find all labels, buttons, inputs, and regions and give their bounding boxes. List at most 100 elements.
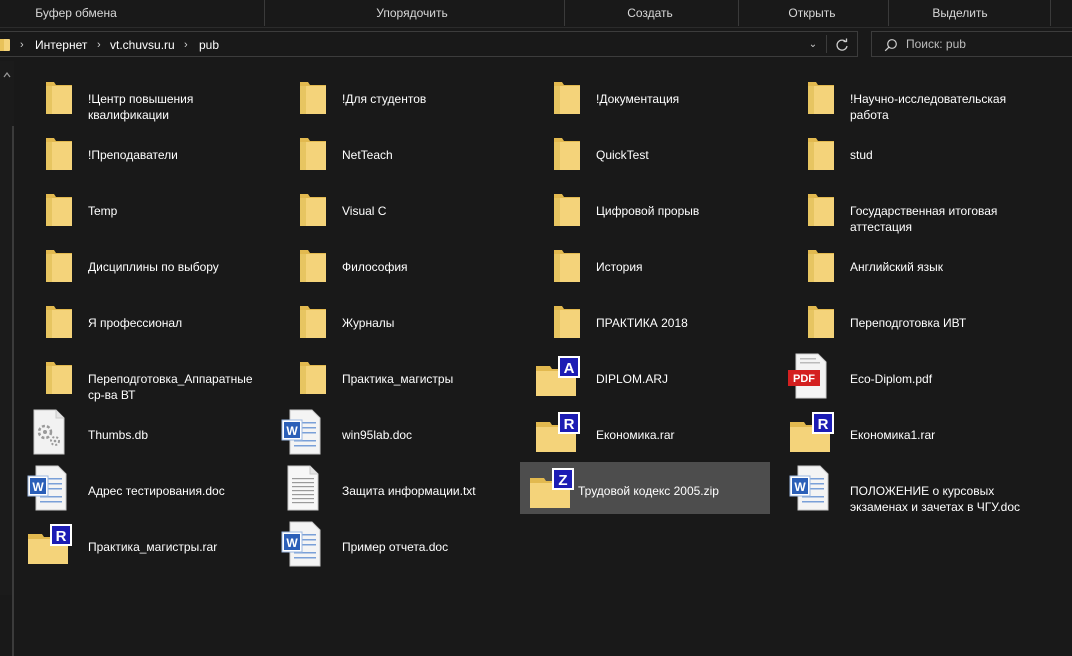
file-item[interactable]: Дисциплины по выбору bbox=[30, 238, 280, 290]
file-item[interactable]: Переподготовка_Аппаратные ср-ва ВТ bbox=[30, 350, 280, 402]
file-item[interactable]: !Центр повышения квалификации bbox=[30, 70, 280, 122]
file-item[interactable]: Z Трудовой кодекс 2005.zip bbox=[520, 462, 770, 514]
svg-text:W: W bbox=[32, 480, 44, 494]
file-item[interactable]: Английский язык bbox=[792, 238, 1042, 290]
navigation-pane[interactable] bbox=[0, 61, 14, 656]
word-document-icon: W bbox=[22, 462, 74, 514]
file-item[interactable]: Переподготовка ИВТ bbox=[792, 294, 1042, 346]
ribbon-group-new[interactable]: Создать bbox=[565, 0, 735, 27]
file-name: Философия bbox=[342, 259, 530, 275]
ribbon-group-select[interactable]: Выделить bbox=[889, 0, 1031, 27]
svg-text:R: R bbox=[56, 528, 67, 545]
folder-icon bbox=[30, 350, 82, 402]
address-row: › Интернет › vt.chuvsu.ru › pub ⌄ bbox=[0, 28, 1072, 60]
file-name-line: ПОЛОЖЕНИЕ о курсовых bbox=[850, 484, 995, 498]
file-name-line: !Научно-исследовательская bbox=[850, 92, 1007, 106]
file-name: !Для студентов bbox=[342, 91, 530, 107]
file-item[interactable]: ПРАКТИКА 2018 bbox=[538, 294, 788, 346]
archive-icon: Z bbox=[524, 462, 576, 514]
file-item[interactable]: Visual C bbox=[284, 182, 534, 234]
ribbon-group-clipboard[interactable]: Буфер обмена bbox=[0, 0, 152, 27]
file-name-line: !Центр повышения bbox=[88, 92, 194, 106]
chevron-right-icon[interactable]: › bbox=[97, 37, 101, 53]
chevron-down-icon[interactable]: ⌄ bbox=[806, 37, 820, 53]
breadcrumb-internet[interactable]: Интернет bbox=[35, 37, 87, 53]
file-item[interactable]: Защита информации.txt bbox=[284, 462, 534, 514]
chevron-right-icon[interactable]: › bbox=[20, 37, 24, 53]
file-name-line: win95lab.doc bbox=[342, 428, 413, 442]
file-name-line: Цифровой прорыв bbox=[596, 204, 700, 218]
file-name-line: Государственная итоговая bbox=[850, 204, 998, 218]
file-item[interactable]: !Документация bbox=[538, 70, 788, 122]
file-item[interactable]: Цифровой прорыв bbox=[538, 182, 788, 234]
file-item[interactable]: R Економика.rar bbox=[536, 406, 788, 458]
file-item[interactable]: !Для студентов bbox=[284, 70, 534, 122]
file-name-line: Английский язык bbox=[850, 260, 944, 274]
folder-icon bbox=[0, 39, 10, 51]
file-name-line: ср-ва ВТ bbox=[88, 388, 136, 402]
file-item[interactable]: Журналы bbox=[284, 294, 534, 346]
file-item[interactable]: !Научно-исследовательская работа bbox=[792, 70, 1042, 122]
file-item[interactable]: История bbox=[538, 238, 788, 290]
file-name-line: Трудовой кодекс 2005.zip bbox=[578, 484, 719, 498]
scroll-up-icon[interactable] bbox=[3, 71, 11, 79]
folder-icon bbox=[792, 182, 844, 234]
file-name-line: ПРАКТИКА 2018 bbox=[596, 316, 688, 330]
svg-text:A: A bbox=[564, 360, 575, 377]
file-name-line: Практика_магистры bbox=[342, 372, 454, 386]
file-name: Английский язык bbox=[850, 259, 1038, 275]
file-name: Практика_магистры bbox=[342, 371, 530, 387]
file-item[interactable]: Thumbs.db bbox=[30, 406, 280, 458]
svg-text:R: R bbox=[564, 416, 575, 433]
file-item[interactable]: NetTeach bbox=[284, 126, 534, 178]
file-item[interactable]: R Практика_магистры.rar bbox=[28, 518, 280, 570]
breadcrumb-host[interactable]: vt.chuvsu.ru bbox=[110, 37, 175, 53]
file-name-line: Eco-Diplom.pdf bbox=[850, 372, 933, 386]
file-item[interactable]: stud bbox=[792, 126, 1042, 178]
file-name: stud bbox=[850, 147, 1038, 163]
file-name: DIPLOM.ARJ bbox=[596, 371, 784, 387]
ribbon-group-open[interactable]: Открыть bbox=[739, 0, 885, 27]
folder-icon bbox=[30, 126, 82, 178]
file-name: Дисциплины по выбору bbox=[88, 259, 276, 275]
svg-text:W: W bbox=[286, 536, 298, 550]
file-name-line: Пример отчета.doc bbox=[342, 540, 449, 554]
file-name-line: DIPLOM.ARJ bbox=[596, 372, 669, 386]
file-item[interactable]: !Преподаватели bbox=[30, 126, 280, 178]
search-box[interactable] bbox=[871, 31, 1072, 57]
file-item[interactable]: Философия bbox=[284, 238, 534, 290]
file-name-line: Економика1.rar bbox=[850, 428, 936, 442]
breadcrumb-pub[interactable]: pub bbox=[199, 37, 219, 53]
refresh-icon[interactable] bbox=[833, 36, 851, 54]
file-item[interactable]: Практика_магистры bbox=[284, 350, 534, 402]
file-name: Цифровой прорыв bbox=[596, 203, 784, 219]
file-item[interactable]: W Пример отчета.doc bbox=[281, 518, 534, 570]
text-file-icon bbox=[276, 462, 328, 514]
svg-text:W: W bbox=[286, 424, 298, 438]
file-item[interactable]: PDF Eco-Diplom.pdf bbox=[788, 350, 1042, 402]
file-item[interactable]: A DIPLOM.ARJ bbox=[536, 350, 788, 402]
word-document-icon: W bbox=[784, 462, 836, 514]
search-input[interactable] bbox=[906, 35, 1066, 53]
pdf-file-icon: PDF bbox=[784, 350, 836, 402]
file-item[interactable]: Temp bbox=[30, 182, 280, 234]
file-name: Visual C bbox=[342, 203, 530, 219]
file-item[interactable]: Государственная итоговая аттестация bbox=[792, 182, 1042, 234]
file-item[interactable]: W ПОЛОЖЕНИЕ о курсовых экзаменах и зачета… bbox=[789, 462, 1042, 514]
address-bar[interactable]: › Интернет › vt.chuvsu.ru › pub ⌄ bbox=[0, 31, 858, 57]
file-item[interactable]: QuickTest bbox=[538, 126, 788, 178]
file-item[interactable]: R Економика1.rar bbox=[790, 406, 1042, 458]
file-item[interactable]: W win95lab.doc bbox=[281, 406, 534, 458]
ribbon-group-organize[interactable]: Упорядочить bbox=[265, 0, 559, 27]
svg-text:PDF: PDF bbox=[793, 373, 815, 385]
chevron-right-icon[interactable]: › bbox=[184, 37, 188, 53]
file-name: Thumbs.db bbox=[88, 427, 276, 443]
archive-icon: A bbox=[530, 350, 582, 402]
folder-icon bbox=[792, 294, 844, 346]
file-item[interactable]: W Адрес тестирования.doc bbox=[27, 462, 280, 514]
file-name-line: работа bbox=[850, 108, 889, 122]
scrollbar-thumb[interactable] bbox=[12, 126, 14, 656]
file-item[interactable]: Я профессионал bbox=[30, 294, 280, 346]
file-name: Temp bbox=[88, 203, 276, 219]
file-name-line: Адрес тестирования.doc bbox=[88, 484, 225, 498]
